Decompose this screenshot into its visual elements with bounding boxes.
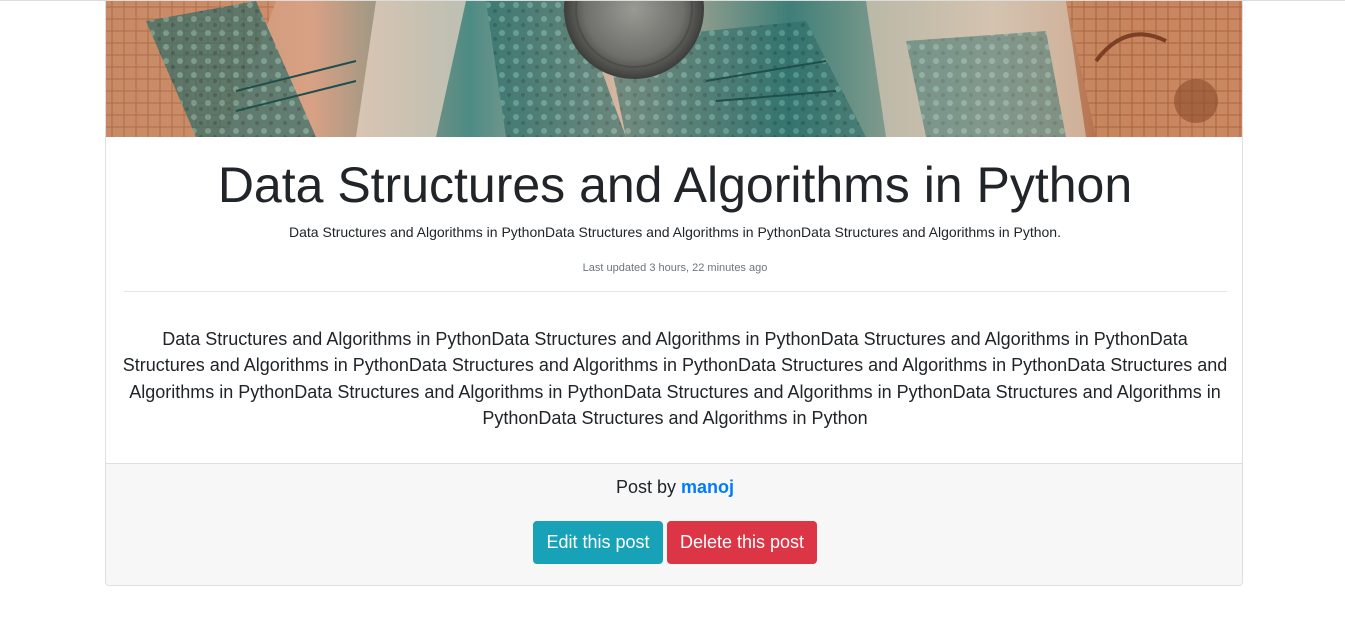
divider bbox=[124, 291, 1227, 292]
author-link[interactable]: manoj bbox=[681, 477, 734, 497]
card-body: Data Structures and Algorithms in Python… bbox=[106, 137, 1242, 463]
post-content: Data Structures and Algorithms in Python… bbox=[122, 329, 1228, 428]
post-title: Data Structures and Algorithms in Python bbox=[217, 157, 1133, 213]
post-card: Data Structures and Algorithms in Python… bbox=[105, 1, 1243, 586]
edit-post-button[interactable]: Edit this post bbox=[533, 521, 663, 564]
post-by-label: Post by bbox=[615, 477, 676, 497]
delete-post-button[interactable]: Delete this post bbox=[667, 521, 817, 564]
post-by-line: Post by manoj bbox=[106, 476, 1242, 498]
banner-image bbox=[106, 1, 1242, 137]
last-updated-text: Last updated 3 hours, 22 minutes ago bbox=[582, 262, 768, 274]
card-footer: Post by manoj Edit this post Delete this… bbox=[106, 463, 1242, 585]
post-subtitle: Data Structures and Algorithms in Python… bbox=[289, 224, 1061, 240]
